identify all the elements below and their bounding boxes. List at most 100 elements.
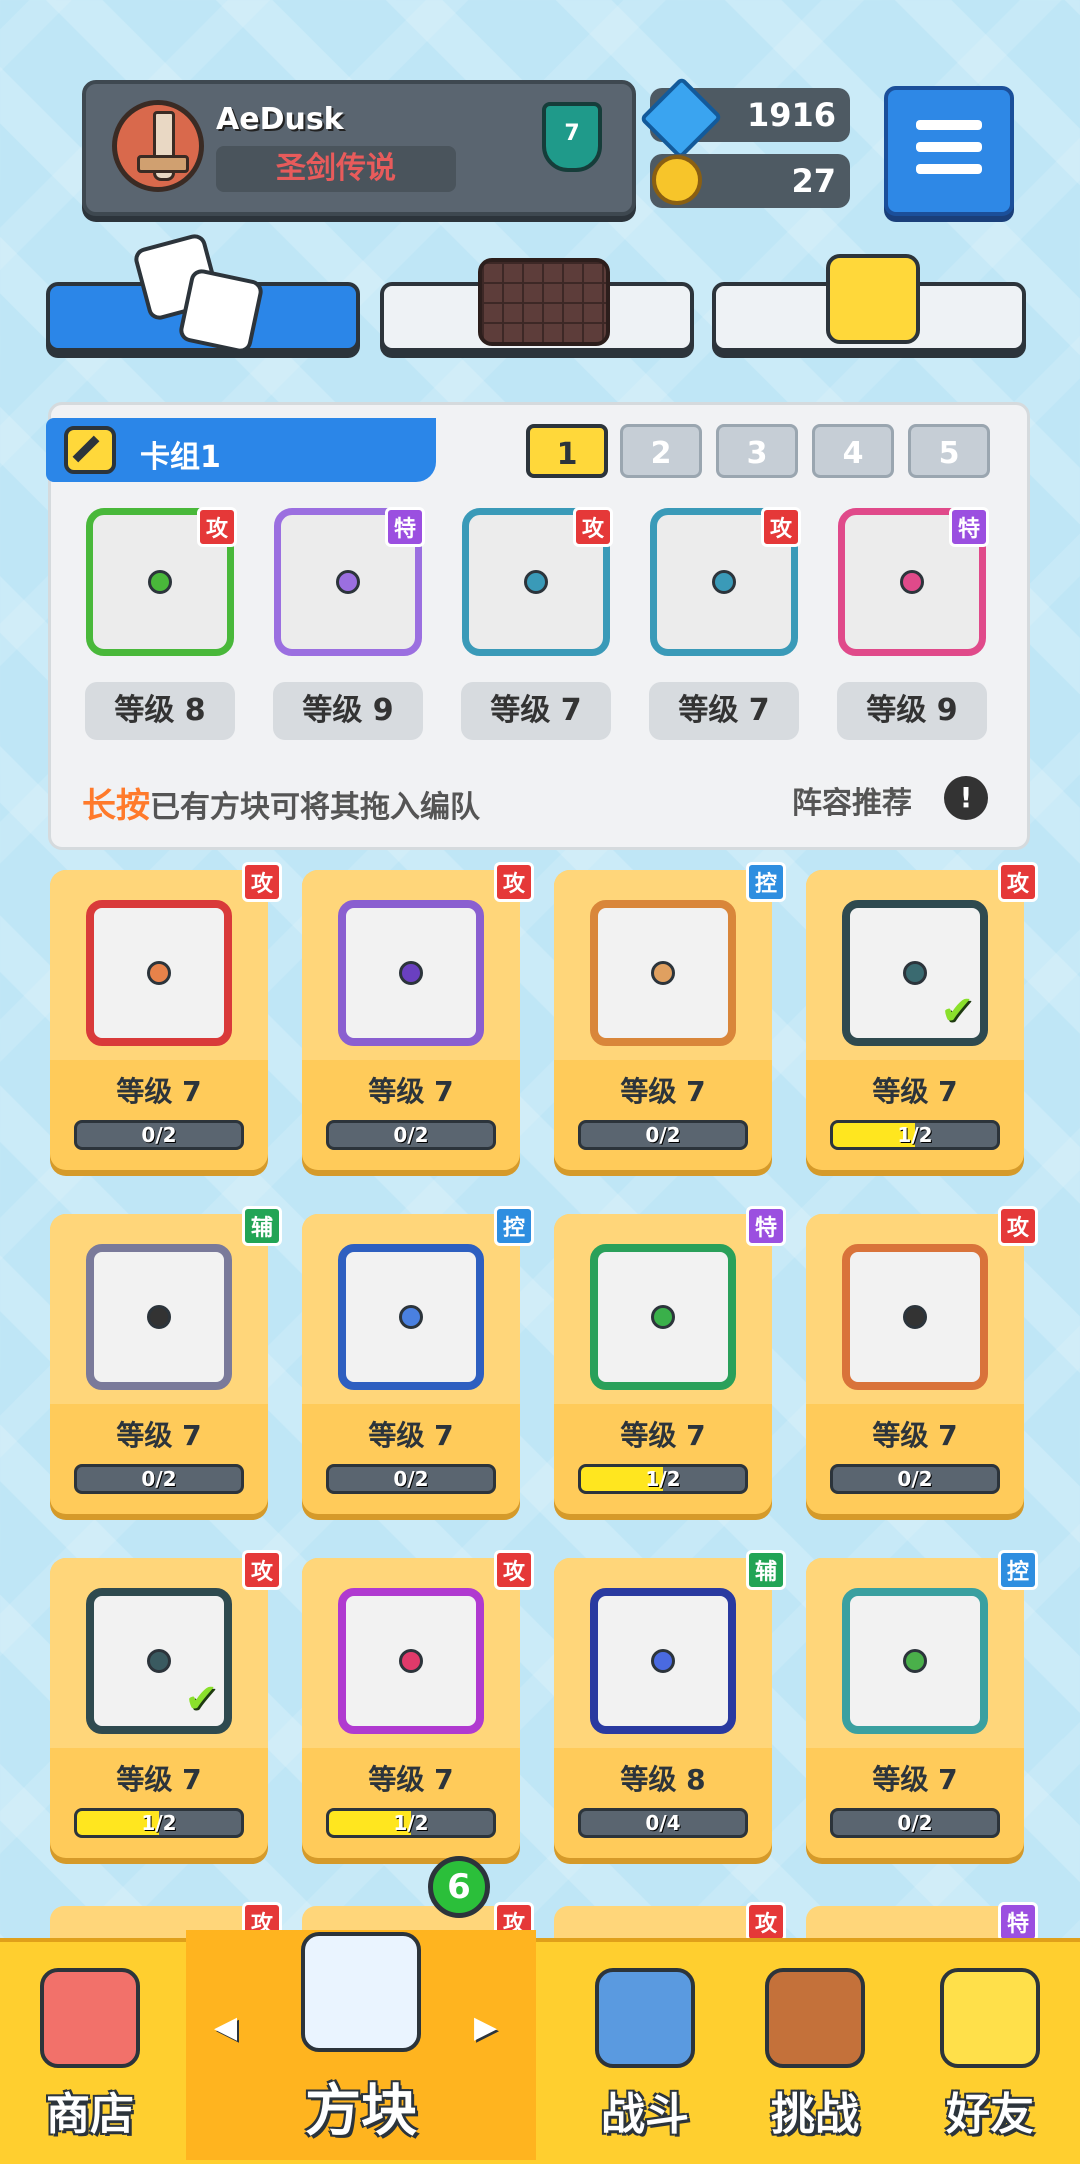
avatar: [112, 100, 204, 192]
upgrade-progress-bar: 0/2: [74, 1464, 244, 1494]
block-level: 等级 7: [116, 1419, 202, 1452]
block-core-icon: [651, 1305, 675, 1329]
nav-blocks[interactable]: 方块: [186, 1932, 536, 2160]
smiley-icon: [826, 254, 920, 344]
rank-ribbon-icon: 7: [542, 102, 602, 172]
block-art: [338, 900, 484, 1046]
block-type-badge: 辅: [746, 1550, 786, 1590]
nav-battle[interactable]: 战斗: [560, 1938, 730, 2160]
lineup-recommend-button[interactable]: 阵容推荐: [792, 778, 912, 822]
block-core-icon: [651, 1649, 675, 1673]
block-card[interactable]: 控等级 7 0/2: [302, 1206, 534, 1514]
upgrade-progress-bar: 1/2: [578, 1464, 748, 1494]
progress-text: 1/2: [645, 1467, 681, 1491]
block-art: [590, 1588, 736, 1734]
block-card[interactable]: 辅等级 8 0/4: [554, 1550, 786, 1858]
info-icon[interactable]: !: [944, 776, 988, 820]
deck-page-4[interactable]: 4: [812, 424, 894, 478]
block-core-icon: [399, 1649, 423, 1673]
deck-card[interactable]: 攻: [462, 507, 613, 656]
block-level: 等级 7: [368, 1419, 454, 1452]
card-type-badge: 特: [385, 507, 425, 547]
block-level: 等级 7: [620, 1075, 706, 1108]
block-core-icon: [147, 1649, 171, 1673]
block-card[interactable]: 控等级 7 0/2: [554, 862, 786, 1170]
deck-card-level: 等级 7: [649, 682, 799, 740]
deck-card[interactable]: 攻: [86, 507, 237, 656]
deck-card[interactable]: 攻: [650, 507, 801, 656]
upgrade-progress-bar: 0/2: [830, 1808, 1000, 1838]
block-core-icon: [903, 961, 927, 985]
deck-title[interactable]: 卡组1: [46, 418, 436, 482]
in-deck-check-icon: ✔: [184, 1676, 218, 1722]
coin-icon: [652, 155, 702, 205]
block-level: 等级 7: [116, 1075, 202, 1108]
nav-next-arrow-icon[interactable]: ▶: [474, 2010, 497, 2045]
block-card[interactable]: 攻等级 7 0/2: [50, 862, 282, 1170]
block-type-badge: 攻: [998, 1206, 1038, 1246]
drag-hint: 长按已有方块可将其拖入编队: [82, 786, 480, 826]
menu-button[interactable]: [884, 86, 1014, 216]
upgrade-progress-bar: 0/2: [830, 1464, 1000, 1494]
block-type-badge: 控: [746, 862, 786, 902]
notification-badge: 6: [428, 1856, 490, 1918]
pencil-icon[interactable]: [64, 426, 116, 474]
deck-page-5[interactable]: 5: [908, 424, 990, 478]
block-type-badge: 攻: [998, 862, 1038, 902]
card-type-badge: 特: [949, 507, 989, 547]
block-card[interactable]: 控等级 7 0/2: [806, 1550, 1038, 1858]
progress-text: 0/2: [393, 1123, 429, 1147]
block-art: ✔: [842, 900, 988, 1046]
deck-page-3[interactable]: 3: [716, 424, 798, 478]
block-card[interactable]: 攻等级 7 0/2: [302, 862, 534, 1170]
block-art: [338, 1588, 484, 1734]
block-art: [590, 1244, 736, 1390]
block-card[interactable]: 攻等级 7 1/2: [302, 1550, 534, 1858]
block-card[interactable]: 攻等级 7 0/2: [806, 1206, 1038, 1514]
progress-text: 1/2: [141, 1811, 177, 1835]
nav-shop[interactable]: 商店: [0, 1938, 180, 2160]
deck-card-level: 等级 7: [461, 682, 611, 740]
block-art: [842, 1244, 988, 1390]
block-art: [842, 1588, 988, 1734]
block-level: 等级 7: [872, 1075, 958, 1108]
block-level: 等级 7: [620, 1419, 706, 1452]
player-profile[interactable]: AeDusk 圣剑传说 7: [82, 80, 636, 216]
deck-card-level: 等级 9: [837, 682, 987, 740]
deck-page-2[interactable]: 2: [620, 424, 702, 478]
progress-text: 0/2: [141, 1123, 177, 1147]
upgrade-progress-bar: 0/2: [326, 1464, 496, 1494]
nav-challenge[interactable]: 挑战: [730, 1938, 900, 2160]
block-core-icon: [903, 1649, 927, 1673]
deck-card[interactable]: 特: [838, 507, 989, 656]
block-core-icon: [399, 961, 423, 985]
nav-prev-arrow-icon[interactable]: ◀: [214, 2010, 237, 2045]
block-level: 等级 8: [620, 1763, 706, 1796]
progress-text: 0/2: [141, 1467, 177, 1491]
nav-friends[interactable]: 好友: [900, 1938, 1080, 2160]
block-card[interactable]: 辅等级 7 0/2: [50, 1206, 282, 1514]
block-type-badge: 控: [998, 1550, 1038, 1590]
deck-card[interactable]: 特: [274, 507, 425, 656]
block-card[interactable]: ✔ 攻等级 7 1/2: [50, 1550, 282, 1858]
deck-page-1[interactable]: 1: [526, 424, 608, 478]
block-type-badge: 辅: [242, 1206, 282, 1246]
block-core-icon: [399, 1305, 423, 1329]
block-art: ✔: [86, 1588, 232, 1734]
board-icon: [478, 258, 610, 346]
block-card[interactable]: 特等级 7 1/2: [554, 1206, 786, 1514]
player-title: 圣剑传说: [216, 146, 456, 192]
block-card[interactable]: ✔ 攻等级 7 1/2: [806, 862, 1038, 1170]
dice-icon: [131, 231, 265, 355]
card-type-badge: 攻: [761, 507, 801, 547]
card-core-icon: [524, 570, 548, 594]
upgrade-progress-bar: 0/2: [74, 1120, 244, 1150]
upgrade-progress-bar: 0/2: [326, 1120, 496, 1150]
block-type-badge: 攻: [242, 1550, 282, 1590]
block-level: 等级 7: [368, 1075, 454, 1108]
block-type-badge: 特: [746, 1206, 786, 1246]
block-art: [590, 900, 736, 1046]
hamburger-icon: [916, 120, 982, 130]
block-type-badge: 控: [494, 1206, 534, 1246]
card-core-icon: [148, 570, 172, 594]
